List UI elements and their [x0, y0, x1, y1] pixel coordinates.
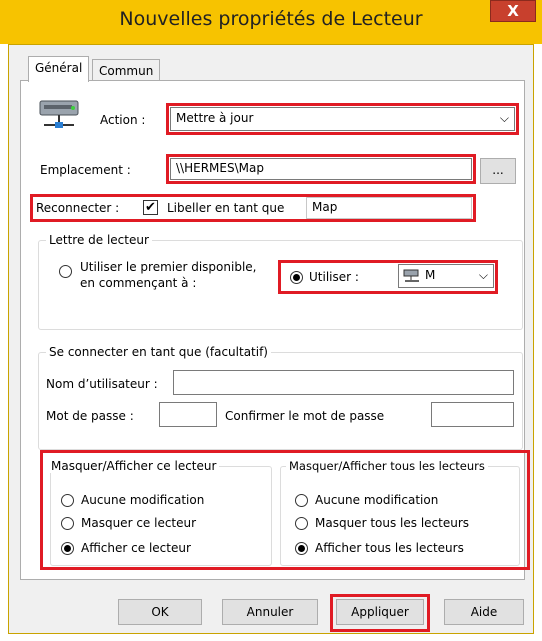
drive-icon — [38, 98, 82, 132]
label-as-label: Libeller en tant que — [167, 201, 285, 215]
ok-button[interactable]: OK — [118, 599, 202, 625]
radio-drive-hide[interactable] — [61, 517, 74, 530]
help-button[interactable]: Aide — [444, 599, 524, 625]
radio-drive-no-change[interactable] — [61, 494, 74, 507]
drive-show-label: Afficher ce lecteur — [81, 541, 191, 555]
radio-all-hide[interactable] — [295, 517, 308, 530]
first-available-line2: en commençant à : — [80, 276, 197, 290]
radio-first-available[interactable] — [59, 265, 72, 278]
drive-letter-value: M — [425, 268, 436, 282]
drive-letter-legend: Lettre de lecteur — [46, 233, 152, 247]
password-label: Mot de passe : — [46, 409, 134, 423]
hide-show-drive-legend: Masquer/Afficher ce lecteur — [48, 459, 220, 473]
reconnect-label: Reconnecter : — [36, 201, 120, 215]
location-label: Emplacement : — [40, 163, 131, 177]
use-label: Utiliser : — [309, 270, 359, 284]
password-input[interactable] — [159, 402, 217, 427]
all-show-label: Afficher tous les lecteurs — [315, 541, 464, 555]
all-hide-label: Masquer tous les lecteurs — [315, 516, 470, 530]
chevron-down-icon: ⌵ — [499, 111, 509, 125]
action-select-value: Mettre à jour — [176, 111, 254, 125]
confirm-password-input[interactable] — [431, 402, 514, 427]
chevron-down-icon: ⌵ — [478, 268, 488, 282]
close-button[interactable]: X — [490, 0, 536, 22]
cancel-button[interactable]: Annuler — [222, 599, 318, 625]
action-select[interactable]: Mettre à jour ⌵ — [170, 107, 515, 131]
location-input[interactable]: \\HERMES\Map — [170, 158, 472, 180]
tab-common[interactable]: Commun — [92, 59, 161, 81]
window-title: Nouvelles propriétés de Lecteur — [119, 8, 423, 30]
radio-all-show[interactable] — [295, 542, 308, 555]
label-as-input[interactable]: Map — [306, 197, 472, 219]
apply-button[interactable]: Appliquer — [336, 599, 424, 625]
reconnect-checkbox[interactable]: ✔ — [143, 200, 158, 215]
radio-all-no-change[interactable] — [295, 494, 308, 507]
connect-as-legend: Se connecter en tant que (facultatif) — [46, 345, 271, 359]
drive-hide-label: Masquer ce lecteur — [81, 516, 197, 530]
tab-general[interactable]: Général — [28, 56, 90, 82]
confirm-password-label: Confirmer le mot de passe — [225, 409, 385, 423]
drive-no-change-label: Aucune modification — [81, 493, 205, 507]
action-label: Action : — [100, 113, 146, 127]
username-label: Nom d’utilisateur : — [46, 377, 158, 391]
username-input[interactable] — [173, 370, 514, 395]
browse-button[interactable]: ... — [480, 158, 516, 184]
network-drive-icon — [403, 269, 421, 286]
first-available-line1: Utiliser le premier disponible, — [80, 260, 257, 274]
all-no-change-label: Aucune modification — [315, 493, 439, 507]
drive-letter-select[interactable]: M ⌵ — [398, 264, 494, 288]
connect-as-group — [38, 352, 523, 450]
radio-drive-show[interactable] — [61, 542, 74, 555]
hide-show-all-legend: Masquer/Afficher tous les lecteurs — [286, 459, 488, 473]
radio-use-letter[interactable] — [290, 271, 303, 284]
